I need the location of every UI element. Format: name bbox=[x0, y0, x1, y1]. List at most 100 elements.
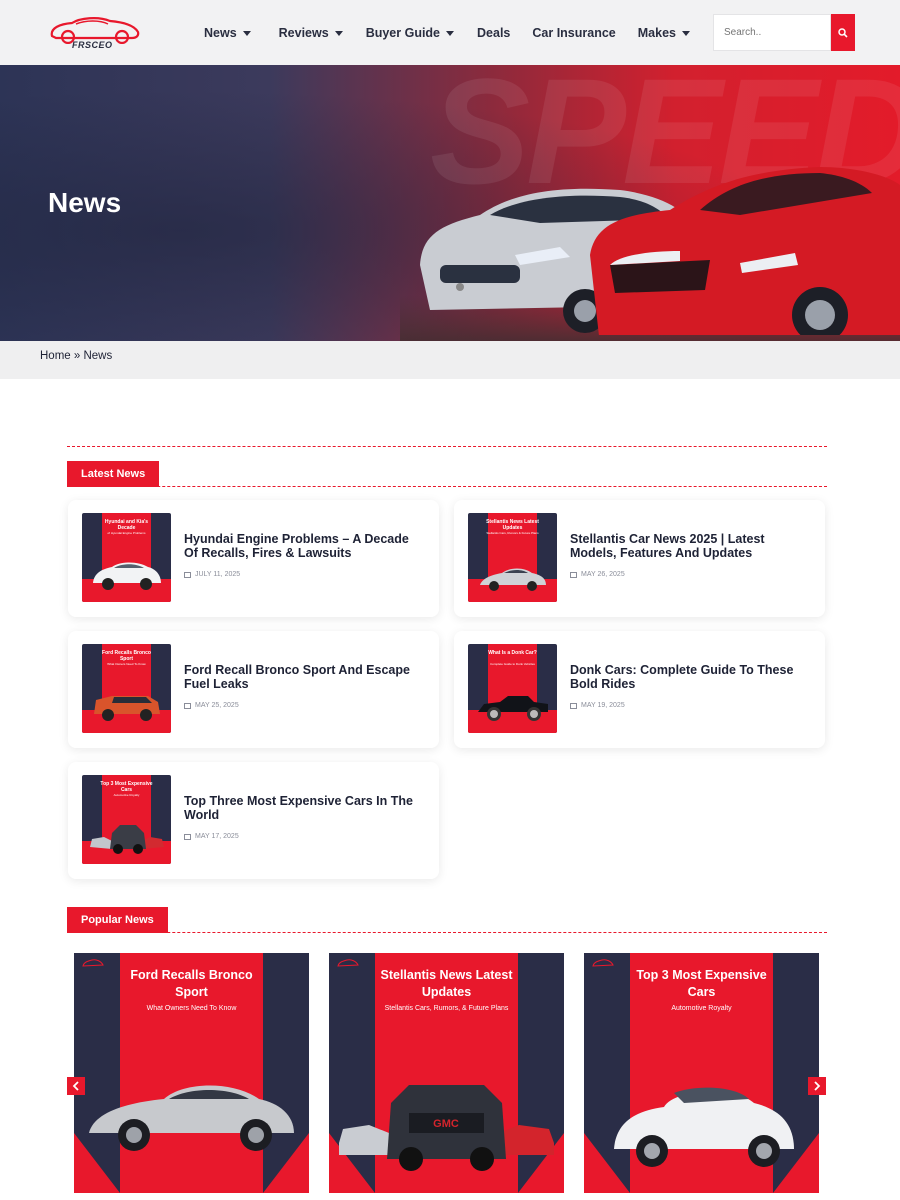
nav-label: Car Insurance bbox=[532, 26, 616, 40]
news-date: MAY 17, 2025 bbox=[184, 833, 239, 840]
news-card[interactable]: Stellantis News Latest Updates Stellanti… bbox=[454, 500, 825, 617]
car-image bbox=[90, 825, 164, 854]
thumb-title: Ford Recalls Bronco Sport bbox=[102, 650, 151, 662]
news-thumbnail: What Is a Donk Car? Complete Guide to Do… bbox=[468, 644, 557, 733]
nav-item-reviews[interactable]: Reviews bbox=[279, 26, 343, 40]
section-divider bbox=[67, 486, 827, 487]
thumb-title: Stellantis News Latest Updates bbox=[486, 519, 539, 531]
nav-label: Reviews bbox=[278, 26, 329, 40]
popular-card[interactable]: Stellantis News Latest Updates Stellanti… bbox=[329, 953, 564, 1193]
main-nav: News Reviews Buyer Guide Deals Car Insur… bbox=[204, 24, 690, 42]
thumb-title: What Is a Donk Car? bbox=[488, 650, 537, 656]
car-image: GMC bbox=[339, 1085, 554, 1171]
news-thumbnail: Ford Recalls Bronco Sport What Owners Ne… bbox=[82, 644, 171, 733]
breadcrumb-separator: » bbox=[70, 350, 84, 362]
news-card[interactable]: Ford Recalls Bronco Sport What Owners Ne… bbox=[68, 631, 439, 748]
news-card[interactable]: Hyundai and Kia's Decade of Hyundai Engi… bbox=[68, 500, 439, 617]
chevron-right-icon bbox=[814, 1081, 821, 1091]
chevron-down-icon bbox=[446, 30, 455, 36]
chevron-down-icon bbox=[334, 30, 343, 36]
car-logo-icon bbox=[82, 959, 104, 967]
thumb-subtitle: Automotive Royalty bbox=[113, 793, 140, 797]
section-divider bbox=[67, 446, 827, 447]
news-date: JULY 11, 2025 bbox=[184, 571, 240, 578]
calendar-icon bbox=[184, 571, 191, 578]
popular-card[interactable]: Ford Recalls Bronco Sport What Owners Ne… bbox=[74, 953, 309, 1193]
chevron-left-icon bbox=[72, 1081, 79, 1091]
popular-title: Stellantis News Latest Updates bbox=[380, 968, 513, 999]
news-thumbnail: Hyundai and Kia's Decade of Hyundai Engi… bbox=[82, 513, 171, 602]
carousel-next-button[interactable] bbox=[808, 1077, 826, 1095]
date-text: JULY 11, 2025 bbox=[195, 571, 241, 578]
calendar-icon bbox=[570, 702, 577, 709]
search-input[interactable] bbox=[713, 14, 831, 51]
news-title[interactable]: Hyundai Engine Problems – A Decade Of Re… bbox=[184, 532, 424, 560]
nav-label: Deals bbox=[477, 26, 511, 40]
chevron-down-icon bbox=[242, 30, 251, 36]
site-logo[interactable]: FRSCEO bbox=[46, 14, 142, 54]
popular-news-heading: Popular News bbox=[67, 907, 168, 933]
car-image bbox=[94, 696, 160, 721]
section-divider bbox=[67, 932, 827, 933]
breadcrumb-bar bbox=[0, 341, 900, 379]
car-logo-icon bbox=[592, 959, 614, 967]
breadcrumb: Home » News bbox=[40, 350, 112, 362]
site-header: FRSCEO News Reviews Buyer Guide Deals Ca… bbox=[0, 0, 900, 65]
news-thumbnail: Top 3 Most Expensive Cars Automotive Roy… bbox=[82, 775, 171, 864]
nav-item-news[interactable]: News bbox=[204, 26, 251, 40]
date-text: MAY 17, 2025 bbox=[195, 833, 239, 840]
news-date: MAY 19, 2025 bbox=[570, 702, 625, 709]
car-image bbox=[89, 1085, 294, 1151]
chevron-down-icon bbox=[681, 30, 690, 36]
thumb-subtitle: of Hyundai Engine Problems bbox=[107, 531, 146, 535]
calendar-icon bbox=[570, 571, 577, 578]
nav-item-deals[interactable]: Deals bbox=[477, 26, 510, 40]
hero-cars-image bbox=[420, 167, 900, 335]
car-image bbox=[478, 696, 548, 721]
thumb-subtitle: What Owners Need To Know bbox=[107, 662, 146, 666]
thumb-subtitle: Complete Guide to Donk Vehicles bbox=[490, 662, 535, 666]
breadcrumb-current: News bbox=[83, 350, 113, 362]
nav-label: Makes bbox=[637, 26, 676, 40]
hero-banner: SPEED News bbox=[0, 65, 900, 341]
news-title[interactable]: Ford Recall Bronco Sport And Escape Fuel… bbox=[184, 663, 424, 691]
popular-card[interactable]: Top 3 Most Expensive Cars Automotive Roy… bbox=[584, 953, 819, 1193]
popular-subtitle: What Owners Need To Know bbox=[146, 1005, 237, 1012]
news-card[interactable]: Top 3 Most Expensive Cars Automotive Roy… bbox=[68, 762, 439, 879]
popular-subtitle: Stellantis Cars, Rumors, & Future Plans bbox=[384, 1005, 509, 1012]
news-card[interactable]: What Is a Donk Car? Complete Guide to Do… bbox=[454, 631, 825, 748]
news-thumbnail: Stellantis News Latest Updates Stellanti… bbox=[468, 513, 557, 602]
date-text: MAY 19, 2025 bbox=[581, 702, 625, 709]
logo-wordmark: FRSCEO bbox=[72, 40, 113, 50]
car-image bbox=[480, 568, 546, 591]
svg-text:GMC: GMC bbox=[433, 1118, 459, 1130]
carousel-prev-button[interactable] bbox=[67, 1077, 85, 1095]
nav-item-makes[interactable]: Makes bbox=[638, 26, 690, 40]
car-logo-icon bbox=[337, 959, 359, 967]
nav-label: News bbox=[204, 26, 237, 40]
date-text: MAY 25, 2025 bbox=[195, 702, 239, 709]
popular-title: Ford Recalls Bronco Sport bbox=[130, 968, 253, 999]
search-button[interactable] bbox=[831, 14, 855, 51]
nav-item-buyer-guide[interactable]: Buyer Guide bbox=[365, 26, 455, 40]
date-text: MAY 26, 2025 bbox=[581, 571, 625, 578]
search-icon bbox=[838, 27, 848, 38]
popular-title: Top 3 Most Expensive Cars bbox=[636, 968, 767, 999]
breadcrumb-home-link[interactable]: Home bbox=[40, 350, 71, 362]
popular-subtitle: Automotive Royalty bbox=[671, 1005, 732, 1012]
news-date: MAY 25, 2025 bbox=[184, 702, 239, 709]
thumb-title: Top 3 Most Expensive Cars bbox=[100, 781, 153, 793]
news-title[interactable]: Donk Cars: Complete Guide To These Bold … bbox=[570, 663, 810, 691]
news-date: MAY 26, 2025 bbox=[570, 571, 625, 578]
calendar-icon bbox=[184, 702, 191, 709]
thumb-subtitle: Stellantis Cars, Rumors & Future Plans bbox=[486, 531, 539, 535]
news-title[interactable]: Top Three Most Expensive Cars In The Wor… bbox=[184, 794, 424, 822]
nav-item-car-insurance[interactable]: Car Insurance bbox=[532, 26, 615, 40]
calendar-icon bbox=[184, 833, 191, 840]
latest-news-heading: Latest News bbox=[67, 461, 160, 487]
car-image bbox=[614, 1087, 794, 1167]
nav-label: Buyer Guide bbox=[365, 26, 441, 40]
page-title: News bbox=[48, 187, 122, 218]
thumb-title: Hyundai and Kia's Decade bbox=[104, 519, 149, 531]
news-title[interactable]: Stellantis Car News 2025 | Latest Models… bbox=[570, 532, 810, 560]
